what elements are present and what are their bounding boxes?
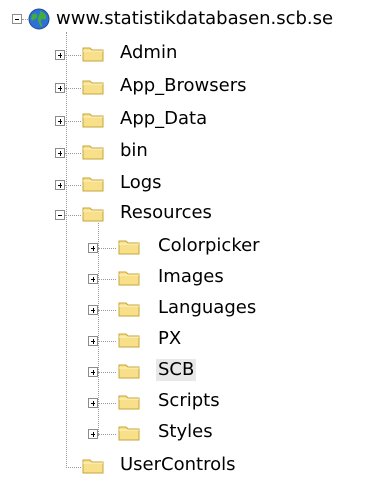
expand-toggle[interactable] [88, 274, 98, 284]
tree-connector [65, 88, 81, 89]
folder-icon [118, 364, 140, 379]
folder-icon [82, 113, 104, 128]
tree-node-label: Languages [158, 297, 257, 318]
tree-connector [98, 403, 116, 404]
tree-node-admin[interactable]: Admin [0, 42, 387, 70]
folder-icon [118, 271, 140, 286]
tree-node-resources[interactable]: Resources [0, 202, 387, 230]
expand-toggle[interactable] [88, 398, 98, 408]
expand-toggle[interactable] [55, 180, 65, 190]
tree-node-label: Scripts [158, 390, 220, 411]
folder-icon [82, 145, 104, 160]
tree-node-scb[interactable]: SCB [0, 359, 387, 387]
expand-toggle[interactable] [88, 429, 98, 439]
folder-icon [118, 333, 140, 348]
expand-toggle[interactable] [55, 83, 65, 93]
tree-connector [98, 248, 116, 249]
tree-node-px[interactable]: PX [0, 328, 387, 356]
tree-node-usercontrols[interactable]: UserControls [0, 454, 387, 482]
folder-icon [82, 47, 104, 62]
folder-icon [82, 177, 104, 192]
tree-connector [98, 310, 116, 311]
expand-toggle[interactable] [88, 336, 98, 346]
expand-toggle[interactable] [55, 148, 65, 158]
tree-node-label: Admin [120, 42, 178, 63]
expand-toggle[interactable] [55, 116, 65, 126]
collapse-toggle[interactable] [12, 14, 22, 24]
tree-node-label: Styles [158, 421, 213, 442]
tree-connector [98, 341, 116, 342]
tree-node-label: www.statistikdatabasen.scb.se [56, 8, 334, 29]
expand-toggle[interactable] [88, 367, 98, 377]
tree-connector [65, 215, 81, 216]
expand-toggle[interactable] [55, 50, 65, 60]
tree-connector [65, 121, 81, 122]
tree-node-root[interactable]: www.statistikdatabasen.scb.se [0, 6, 387, 34]
tree-connector [65, 55, 81, 56]
tree-node-label: App_Browsers [120, 75, 247, 96]
expand-toggle[interactable] [88, 305, 98, 315]
tree-node-label: PX [158, 328, 182, 349]
tree-connector [98, 372, 116, 373]
tree-connector [65, 153, 81, 154]
collapse-toggle[interactable] [55, 210, 65, 220]
tree-node-languages[interactable]: Languages [0, 297, 387, 325]
tree-node-bin[interactable]: bin [0, 140, 387, 168]
folder-icon [118, 395, 140, 410]
tree-node-scripts[interactable]: Scripts [0, 390, 387, 418]
tree-connector [66, 467, 81, 468]
tree-node-logs[interactable]: Logs [0, 172, 387, 200]
folder-icon [118, 240, 140, 255]
tree-node-label: Resources [120, 202, 212, 223]
tree-node-images[interactable]: Images [0, 266, 387, 294]
tree-node-label: App_Data [120, 108, 208, 129]
tree-node-app-data[interactable]: App_Data [0, 108, 387, 136]
tree-node-label: Colorpicker [158, 235, 260, 256]
folder-icon [118, 302, 140, 317]
tree-node-app-browsers[interactable]: App_Browsers [0, 75, 387, 103]
folder-icon [82, 459, 104, 474]
folder-icon [118, 426, 140, 441]
tree-node-label: bin [120, 140, 148, 161]
globe-icon [28, 8, 50, 30]
folder-icon [82, 80, 104, 95]
folder-tree: www.statistikdatabasen.scb.se Admin App_… [0, 0, 387, 480]
folder-icon [82, 207, 104, 222]
tree-node-label: Logs [120, 172, 162, 193]
tree-connector [65, 185, 81, 186]
tree-node-label: Images [158, 266, 224, 287]
tree-node-colorpicker[interactable]: Colorpicker [0, 235, 387, 263]
tree-node-label: UserControls [120, 454, 236, 475]
tree-connector [98, 279, 116, 280]
tree-connector [98, 434, 116, 435]
tree-node-styles[interactable]: Styles [0, 421, 387, 449]
expand-toggle[interactable] [88, 243, 98, 253]
tree-node-label-selected: SCB [156, 359, 197, 381]
